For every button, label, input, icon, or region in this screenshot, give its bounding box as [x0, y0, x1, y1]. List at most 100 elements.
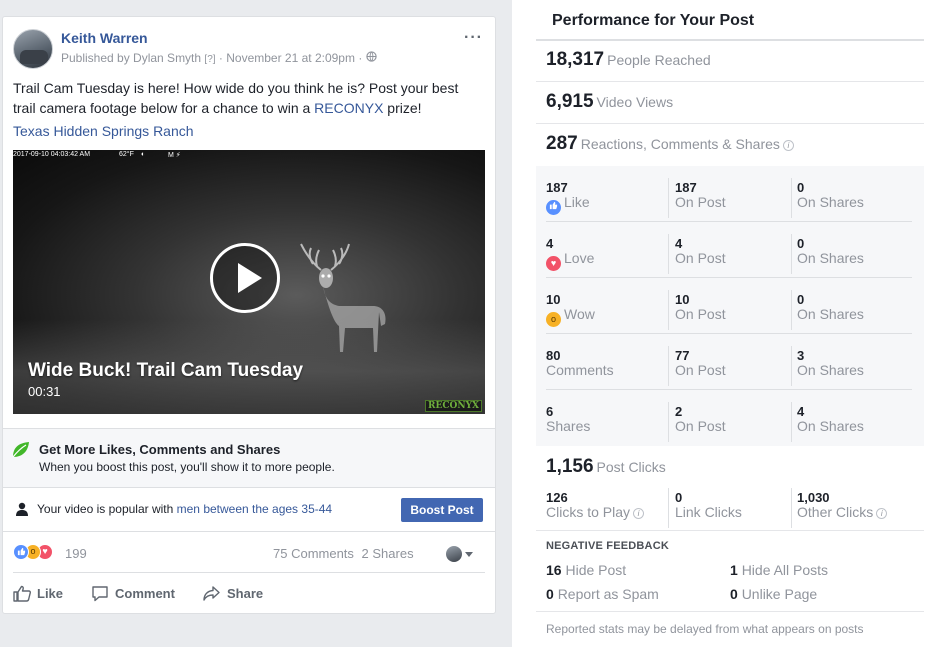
column-divider — [668, 178, 669, 218]
love-on-post: 4 — [675, 236, 683, 251]
leaf-icon — [11, 441, 31, 464]
meta-dot: · — [218, 51, 223, 65]
on-shares-label: On Shares — [797, 250, 864, 266]
video-player[interactable]: 2017-09-10 04:03:42 AM 62°F ◐ M ⚡ Wide B… — [13, 150, 485, 414]
camera-temperature: 62°F — [119, 151, 134, 158]
clicks-to-play-row: Clicks to Play i — [546, 505, 645, 520]
page-avatar[interactable] — [13, 29, 53, 69]
performance-title: Performance for Your Post — [552, 12, 755, 29]
published-by: Published by Dylan Smyth — [61, 51, 202, 65]
engagement-row: 287 Reactions, Comments & Shares i — [546, 133, 794, 155]
post-clicks-value: 1,156 — [546, 456, 594, 477]
engagement-counts: 75 Comments 2 Shares — [273, 546, 418, 561]
on-post-label: On Post — [675, 418, 726, 434]
deer-image — [300, 243, 386, 352]
love-on-post-cell: 4 On Post — [675, 236, 726, 266]
shares-on-shares-cell: 4 On Shares — [797, 404, 864, 434]
page-selector-avatar[interactable] — [446, 546, 462, 562]
boost-subtitle: When you boost this post, you'll show it… — [39, 460, 335, 474]
love-icon: ♥ — [546, 256, 561, 271]
location-link[interactable]: Texas Hidden Springs Ranch — [13, 123, 194, 139]
comments-on-shares-cell: 3 On Shares — [797, 348, 864, 378]
help-mark[interactable]: [?] — [204, 54, 215, 65]
column-divider — [668, 234, 669, 274]
info-icon[interactable]: i — [876, 508, 888, 519]
on-post-label: On Post — [675, 362, 726, 378]
comment-button[interactable]: Comment — [91, 585, 175, 602]
column-divider — [668, 402, 669, 442]
people-reached-label: People Reached — [607, 52, 711, 68]
shares-total-cell: 6 Shares — [546, 404, 590, 434]
other-clicks-cell: 1,030 Other Clicks i — [797, 490, 888, 520]
reconyx-link[interactable]: RECONYX — [314, 100, 383, 116]
love-label-row: ♥ Love — [546, 251, 594, 271]
like-on-shares-cell: 0 On Shares — [797, 180, 864, 210]
author-name[interactable]: Keith Warren — [61, 30, 148, 46]
video-title: Wide Buck! Trail Cam Tuesday — [28, 360, 304, 381]
post-clicks-label: Post Clicks — [596, 459, 666, 475]
post-header: Keith Warren Published by Dylan Smyth [?… — [13, 27, 485, 75]
people-reached-row: 18,317 People Reached — [546, 49, 711, 71]
comment-icon — [92, 586, 108, 602]
hide-all-posts-value: 1 — [730, 562, 738, 578]
negative-feedback-heading: NEGATIVE FEEDBACK — [546, 540, 669, 552]
comments-count[interactable]: 75 Comments — [273, 546, 354, 561]
love-total: 4 — [546, 236, 554, 251]
play-button[interactable] — [210, 243, 280, 313]
globe-icon — [365, 51, 377, 65]
divider — [536, 81, 924, 82]
boost-title: Get More Likes, Comments and Shares — [39, 442, 281, 457]
more-options-icon[interactable]: ··· — [464, 29, 483, 47]
post-clicks-row: 1,156 Post Clicks — [546, 456, 666, 478]
wow-icon: o — [546, 312, 561, 327]
other-clicks-value: 1,030 — [797, 490, 830, 505]
reaction-summary: o ♥ 199 75 Comments 2 Shares — [13, 533, 485, 573]
row-divider — [546, 277, 912, 278]
info-icon[interactable]: i — [633, 508, 645, 519]
comments-text: Comments — [546, 362, 614, 378]
comments-on-post: 77 — [675, 348, 690, 363]
comments-on-shares: 3 — [797, 348, 805, 363]
wow-on-shares: 0 — [797, 292, 805, 307]
share-icon — [203, 586, 220, 601]
audience-link[interactable]: men between the ages 35-44 — [177, 502, 332, 516]
chevron-down-icon[interactable] — [465, 552, 473, 557]
camera-timestamp: 2017-09-10 04:03:42 AM — [13, 151, 91, 158]
divider — [536, 123, 924, 124]
column-divider — [791, 178, 792, 218]
like-on-shares: 0 — [797, 180, 805, 195]
share-button[interactable]: Share — [203, 585, 263, 602]
post-date[interactable]: November 21 at 2:09pm — [226, 51, 355, 65]
audience-text: Your video is popular with men between t… — [37, 502, 332, 516]
comment-label: Comment — [115, 586, 175, 601]
audience-prefix: Your video is popular with — [37, 502, 177, 516]
row-divider — [546, 389, 912, 390]
post-text: Trail Cam Tuesday is here! How wide do y… — [13, 78, 483, 118]
other-clicks-row: Other Clicks i — [797, 505, 888, 520]
shares-count[interactable]: 2 Shares — [362, 546, 414, 561]
like-button[interactable]: Like — [13, 585, 63, 602]
comments-total-cell: 80 Comments — [546, 348, 614, 378]
wow-on-shares-cell: 0 On Shares — [797, 292, 864, 322]
shares-total: 6 — [546, 404, 554, 419]
hide-all-posts-stat: 1 Hide All Posts — [730, 562, 828, 578]
people-reached-value: 18,317 — [546, 49, 605, 70]
column-divider — [668, 346, 669, 386]
reconyx-watermark: RECONYX — [425, 400, 482, 412]
comments-total: 80 — [546, 348, 561, 363]
love-text: Love — [564, 250, 595, 266]
info-icon[interactable]: i — [782, 140, 794, 151]
like-total: 187 — [546, 180, 568, 195]
shares-on-post: 2 — [675, 404, 683, 419]
reaction-count[interactable]: 199 — [65, 546, 87, 561]
love-on-shares: 0 — [797, 236, 805, 251]
boost-post-button[interactable]: Boost Post — [401, 498, 483, 522]
like-label: Like — [37, 586, 64, 601]
link-clicks-value: 0 — [675, 490, 683, 505]
wow-text: Wow — [564, 306, 595, 322]
hide-post-value: 16 — [546, 562, 562, 578]
reaction-breakdown: 187 Like 187 On Post 0 On Shares 4 ♥ Love… — [536, 166, 924, 446]
video-views-value: 6,915 — [546, 91, 594, 112]
like-reaction-icon[interactable] — [13, 544, 29, 560]
comments-on-post-cell: 77 On Post — [675, 348, 726, 378]
